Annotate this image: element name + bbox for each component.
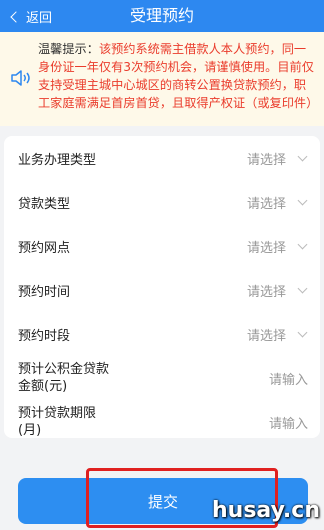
row-placeholder: 请输入 xyxy=(268,372,308,388)
row-label: 预计贷款期限(月) xyxy=(18,406,97,438)
row-label: 业务办理类型 xyxy=(18,152,97,168)
appointment-form: 业务办理类型 请选择 贷款类型 请选择 预约网点 请选择 预约时间 请选择 预约… xyxy=(4,136,320,438)
loan-type-select[interactable]: 贷款类型 请选择 xyxy=(4,180,320,224)
app-header: 返回 受理预约 xyxy=(0,0,324,32)
row-value: 请选择 xyxy=(246,152,286,168)
notice-label: 温馨提示： xyxy=(38,42,99,56)
row-value: 请选择 xyxy=(246,328,286,344)
row-value: 请选择 xyxy=(246,284,286,300)
chevron-down-icon xyxy=(297,327,308,337)
submit-label: 提交 xyxy=(147,492,178,511)
row-label: 预约网点 xyxy=(18,240,71,256)
notice-text: 温馨提示：该预约系统需主借款人本人预约，同一身份证一年仅有3次预约机会，请谨慎使… xyxy=(38,40,318,112)
speaker-icon xyxy=(11,70,30,86)
chevron-down-icon xyxy=(297,195,308,205)
row-label: 预约时间 xyxy=(18,284,71,300)
date-select[interactable]: 预约时间 请选择 xyxy=(4,268,320,312)
business-type-select[interactable]: 业务办理类型 请选择 xyxy=(4,136,320,180)
branch-select[interactable]: 预约网点 请选择 xyxy=(4,224,320,268)
row-value: 请选择 xyxy=(246,240,286,256)
row-label: 贷款类型 xyxy=(18,196,71,212)
loan-amount-input[interactable]: 预计公积金贷款金额(元) 请输入 xyxy=(4,356,320,400)
time-slot-select[interactable]: 预约时段 请选择 xyxy=(4,312,320,356)
watermark: husay.cn xyxy=(212,498,320,523)
chevron-down-icon xyxy=(297,151,308,161)
notice-banner: 温馨提示：该预约系统需主借款人本人预约，同一身份证一年仅有3次预约机会，请谨慎使… xyxy=(0,32,324,126)
chevron-down-icon xyxy=(297,239,308,249)
chevron-down-icon xyxy=(297,283,308,293)
page-title: 受理预约 xyxy=(129,6,194,25)
loan-term-input[interactable]: 预计贷款期限(月) 请输入 xyxy=(4,400,320,444)
row-placeholder: 请输入 xyxy=(268,416,308,432)
row-label: 预约时段 xyxy=(18,328,71,344)
row-label: 预计公积金贷款金额(元) xyxy=(18,362,110,394)
row-value: 请选择 xyxy=(246,196,286,212)
